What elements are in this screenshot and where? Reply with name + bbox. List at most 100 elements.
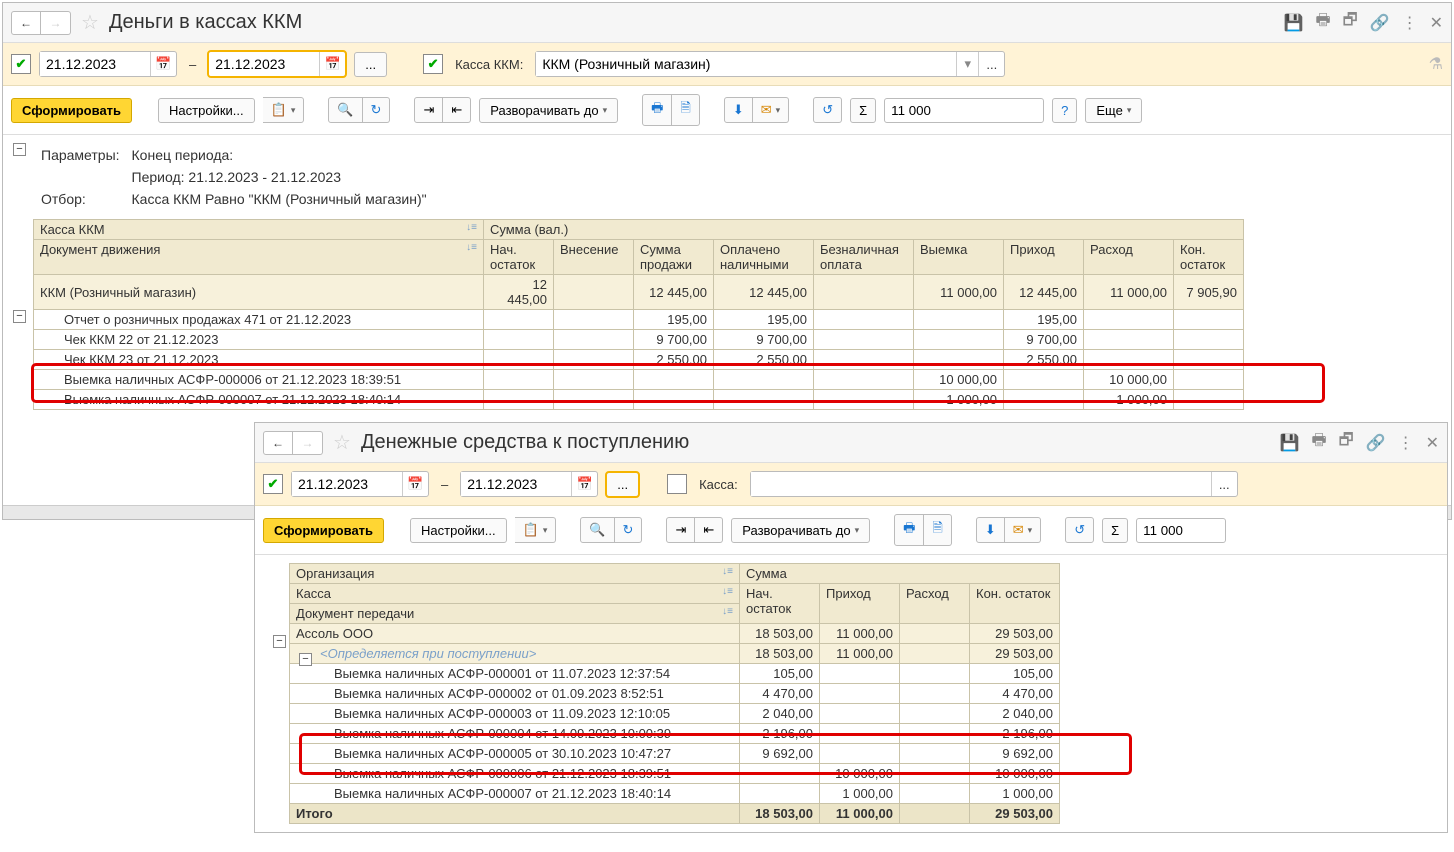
more-button[interactable]: Еще ▾ [1085, 98, 1142, 123]
nav-back-button[interactable]: ← [263, 431, 293, 455]
kassa-combo[interactable]: ... [750, 471, 1238, 497]
kassa-check[interactable] [667, 474, 687, 494]
favorite-icon[interactable]: ☆ [333, 430, 351, 455]
date-picker-button[interactable]: ... [606, 472, 639, 497]
window-cash-receipt: ← → ☆ Денежные средства к поступлению 💾 … [254, 422, 1448, 833]
link-icon[interactable]: 🔗 [1366, 433, 1386, 453]
calendar-icon[interactable]: 📅 [571, 472, 597, 496]
date-from-input[interactable]: 📅 [39, 51, 177, 77]
collapse-all-button[interactable]: ⇥ [666, 517, 695, 543]
search-button[interactable]: 🔍 [580, 517, 614, 543]
help-button[interactable]: ? [1052, 98, 1077, 123]
history-button[interactable]: ↺ [813, 97, 842, 123]
collapse-all-button[interactable]: ⇥ [414, 97, 443, 123]
email-button[interactable]: ✉ ▾ [753, 97, 789, 123]
table-row[interactable]: Чек ККМ 22 от 21.12.20239 700,009 700,00… [34, 330, 1244, 350]
sigma-button[interactable]: Σ [1102, 518, 1128, 543]
refresh-search-button[interactable]: ↻ [615, 517, 643, 543]
close-icon[interactable]: ✕ [1426, 433, 1439, 453]
refresh-search-button[interactable]: ↻ [363, 97, 391, 123]
save-icon[interactable]: 💾 [1280, 433, 1300, 453]
table-row[interactable]: Выемка наличных АСФР-000006 от 21.12.202… [34, 370, 1244, 390]
preview2-button[interactable]: 🗎 [924, 514, 951, 546]
filter-icon[interactable]: ⚗ [1429, 54, 1443, 74]
expand-all-button[interactable]: ⇤ [443, 97, 471, 123]
calendar-icon[interactable]: 📅 [150, 52, 176, 76]
save-report-button[interactable]: ⬇ [976, 517, 1005, 543]
kassa-check[interactable]: ✔ [423, 54, 443, 74]
print-icon[interactable]: 🖶 [1312, 429, 1327, 456]
ellipsis-button[interactable]: ... [978, 52, 1004, 76]
preview-icon[interactable]: 🗗 [1339, 429, 1354, 456]
filter-label: Отбор: [41, 189, 130, 209]
date-from-input[interactable]: 📅 [291, 471, 429, 497]
table-row[interactable]: Выемка наличных АСФР-000001 от 11.07.202… [290, 664, 1060, 684]
calendar-icon[interactable]: 📅 [319, 52, 345, 76]
preview2-button[interactable]: 🗎 [672, 94, 699, 126]
table-row[interactable]: Выемка наличных АСФР-000005 от 30.10.202… [290, 744, 1060, 764]
print-button[interactable]: 🖶 [894, 514, 924, 546]
table-row[interactable]: Выемка наличных АСФР-000006 от 21.12.202… [290, 764, 1060, 784]
date-to-field[interactable] [461, 472, 571, 496]
save-icon[interactable]: 💾 [1284, 13, 1304, 33]
collapse-g1[interactable]: − [273, 635, 286, 648]
settings-button[interactable]: Настройки... [158, 98, 255, 123]
date-to-input[interactable]: 📅 [208, 51, 346, 77]
find-input[interactable] [884, 98, 1044, 123]
kassa-field[interactable] [536, 52, 956, 76]
table-row[interactable]: Выемка наличных АСФР-000007 от 21.12.202… [34, 390, 1244, 410]
nav-forward-button[interactable]: → [293, 431, 323, 455]
favorite-icon[interactable]: ☆ [81, 10, 99, 35]
more-icon[interactable]: ⋮ [1402, 13, 1418, 33]
more-icon[interactable]: ⋮ [1398, 433, 1414, 453]
table-row[interactable]: <Определяется при поступлении>18 503,001… [290, 644, 1060, 664]
date-check[interactable]: ✔ [263, 474, 283, 494]
date-picker-button[interactable]: ... [354, 52, 387, 77]
settings-button[interactable]: Настройки... [410, 518, 507, 543]
collapse-params[interactable]: − [13, 143, 26, 156]
calendar-icon[interactable]: 📅 [402, 472, 428, 496]
table-row[interactable]: Выемка наличных АСФР-000003 от 11.09.202… [290, 704, 1060, 724]
print-button[interactable]: 🖶 [642, 94, 672, 126]
date-to-field[interactable] [209, 52, 319, 76]
find-input[interactable] [1136, 518, 1226, 543]
collapse-g2[interactable]: − [299, 653, 312, 666]
variants-button[interactable]: 📋▾ [515, 517, 557, 543]
nav-forward-button[interactable]: → [41, 11, 71, 35]
table-row[interactable]: ККМ (Розничный магазин)12 445,0012 445,0… [34, 275, 1244, 310]
chevron-down-icon[interactable]: ▾ [956, 52, 978, 76]
expand-all-button[interactable]: ⇤ [695, 517, 723, 543]
ellipsis-button[interactable]: ... [1211, 472, 1237, 496]
filter-bar: ✔ 📅 – 📅 ... ✔ Касса ККМ: ▾ ... ⚗ [3, 43, 1451, 86]
table-row[interactable]: Выемка наличных АСФР-000002 от 01.09.202… [290, 684, 1060, 704]
save-report-button[interactable]: ⬇ [724, 97, 753, 123]
dash: – [189, 57, 196, 72]
link-icon[interactable]: 🔗 [1370, 13, 1390, 33]
table-row[interactable]: Ассоль ООО18 503,0011 000,0029 503,00 [290, 624, 1060, 644]
table-row[interactable]: Отчет о розничных продажах 471 от 21.12.… [34, 310, 1244, 330]
history-button[interactable]: ↺ [1065, 517, 1094, 543]
table-row[interactable]: Итого18 503,0011 000,0029 503,00 [290, 804, 1060, 824]
date-from-field[interactable] [292, 472, 402, 496]
generate-button[interactable]: Сформировать [263, 518, 384, 543]
close-icon[interactable]: ✕ [1430, 13, 1443, 33]
sigma-button[interactable]: Σ [850, 98, 876, 123]
collapse-group[interactable]: − [13, 310, 26, 323]
variants-button[interactable]: 📋▾ [263, 97, 305, 123]
table-row[interactable]: Чек ККМ 23 от 21.12.20232 550,002 550,00… [34, 350, 1244, 370]
date-to-input[interactable]: 📅 [460, 471, 598, 497]
date-from-field[interactable] [40, 52, 150, 76]
date-check[interactable]: ✔ [11, 54, 31, 74]
preview-icon[interactable]: 🗗 [1343, 9, 1358, 36]
search-button[interactable]: 🔍 [328, 97, 362, 123]
kassa-combo[interactable]: ▾ ... [535, 51, 1005, 77]
table-row[interactable]: Выемка наличных АСФР-000007 от 21.12.202… [290, 784, 1060, 804]
generate-button[interactable]: Сформировать [11, 98, 132, 123]
kassa-field[interactable] [751, 472, 1211, 496]
expand-to-button[interactable]: Разворачивать до ▾ [479, 98, 618, 123]
nav-back-button[interactable]: ← [11, 11, 41, 35]
table-row[interactable]: Выемка наличных АСФР-000004 от 14.09.202… [290, 724, 1060, 744]
expand-to-button[interactable]: Разворачивать до ▾ [731, 518, 870, 543]
print-icon[interactable]: 🖶 [1316, 9, 1331, 36]
email-button[interactable]: ✉ ▾ [1005, 517, 1041, 543]
